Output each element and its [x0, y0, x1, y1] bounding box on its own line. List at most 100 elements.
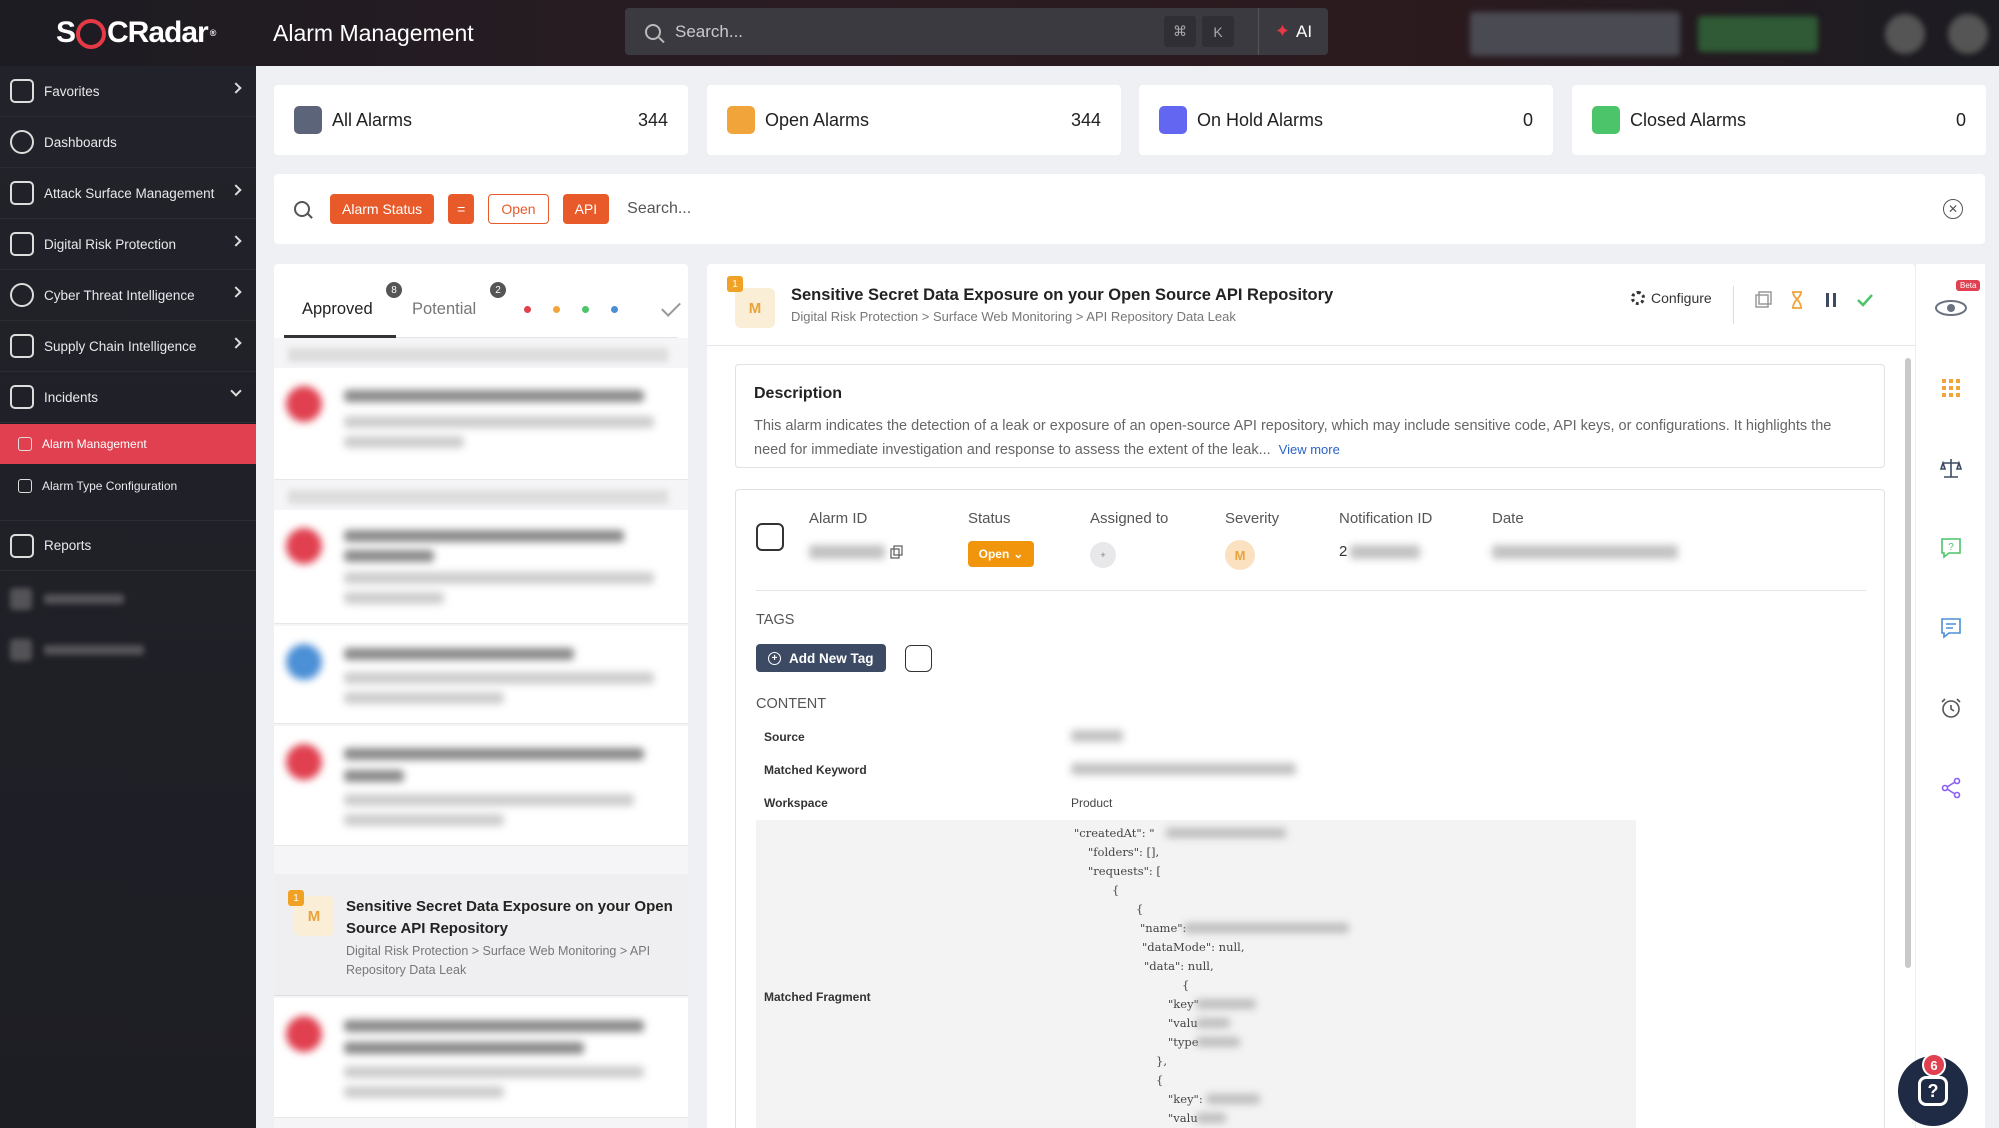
company-selector[interactable]	[1470, 12, 1680, 56]
json-line: {	[1156, 1073, 1164, 1087]
question-chat-icon[interactable]: ?	[1939, 536, 1963, 560]
sidebar-item-incidents[interactable]: Incidents	[0, 372, 256, 423]
tag-checkbox[interactable]	[905, 645, 932, 672]
list-item[interactable]	[274, 626, 688, 724]
alarm-clock-icon[interactable]	[1939, 696, 1963, 720]
list-item[interactable]	[274, 368, 688, 480]
sidebar-item-reports[interactable]: Reports	[0, 520, 256, 571]
configure-button[interactable]: Configure	[1631, 290, 1712, 306]
stat-card-open-alarms[interactable]: Open Alarms 344	[707, 85, 1121, 155]
notification-id-prefix: 2	[1339, 543, 1348, 560]
ai-assistant-eye-icon[interactable]	[1934, 294, 1968, 318]
notifications-icon[interactable]	[1885, 14, 1925, 54]
sidebar-item-label: Digital Risk Protection	[44, 236, 177, 252]
hourglass-icon[interactable]	[1787, 290, 1807, 310]
sidebar-item-label: Favorites	[44, 83, 100, 99]
right-action-rail: Beta ?	[1915, 264, 1985, 1128]
sidebar-subitem-alarm-type-config[interactable]: Alarm Type Configuration	[0, 466, 256, 506]
description-text: This alarm indicates the detection of a …	[754, 415, 1866, 462]
sidebar-item-supply-chain[interactable]: Supply Chain Intelligence	[0, 321, 256, 372]
copy-icon[interactable]	[890, 545, 904, 559]
global-search-input[interactable]: Search... ⌘ K ✦ AI	[625, 8, 1328, 55]
assign-user-icon[interactable]: +	[1090, 542, 1116, 568]
severity-badge: M	[735, 288, 775, 328]
sidebar-item-cyber-threat[interactable]: Cyber Threat Intelligence	[0, 270, 256, 321]
status-color-square	[1592, 106, 1620, 134]
json-line: "valu	[1168, 1111, 1198, 1125]
alarm-detail-header: M 1 Sensitive Secret Data Exposure on yo…	[707, 264, 1915, 346]
sidebar-subitem-alarm-management[interactable]: Alarm Management	[0, 424, 256, 464]
json-value-blurred	[1196, 1018, 1230, 1028]
settings-icon	[18, 479, 32, 493]
filter-chip-value[interactable]: Open	[488, 194, 549, 224]
list-item-selected[interactable]: M 1 Sensitive Secret Data Exposure on yo…	[274, 874, 688, 996]
alarm-tabs: Approved 8 Potential 2	[284, 264, 681, 338]
json-line: "valu	[1168, 1016, 1198, 1030]
socradar-logo[interactable]: S CRadar ®	[56, 10, 216, 56]
mark-all-read-icon[interactable]	[661, 297, 681, 317]
sidebar-item-label: Dashboards	[44, 134, 117, 150]
avatar[interactable]	[1948, 14, 1988, 54]
credits-badge[interactable]	[1698, 16, 1818, 52]
cmd-key-hint: ⌘	[1164, 16, 1196, 47]
ai-label: AI	[1296, 21, 1313, 41]
grid-icon[interactable]	[1939, 376, 1963, 400]
sidebar-item-dashboards[interactable]: Dashboards	[0, 117, 256, 168]
sidebar-item-blurred[interactable]	[8, 584, 248, 614]
beta-badge: Beta	[1956, 280, 1981, 291]
alarm-select-checkbox[interactable]	[756, 523, 784, 551]
detail-scrollbar[interactable]	[1905, 358, 1911, 968]
search-placeholder: Search...	[675, 21, 744, 41]
stat-card-on-hold-alarms[interactable]: On Hold Alarms 0	[1139, 85, 1553, 155]
chevron-right-icon	[230, 337, 242, 349]
list-item[interactable]	[274, 998, 688, 1118]
list-item[interactable]	[274, 726, 688, 846]
severity-filter-dot[interactable]	[611, 306, 618, 313]
tab-potential[interactable]: Potential	[412, 300, 476, 319]
filter-chip-operator[interactable]: =	[448, 194, 475, 224]
tab-approved[interactable]: Approved	[302, 300, 373, 319]
clear-filter-icon[interactable]: ✕	[1943, 199, 1963, 219]
json-value-blurred	[1196, 1037, 1240, 1047]
status-color-square	[1159, 106, 1187, 134]
share-icon[interactable]	[1939, 776, 1963, 800]
sidebar-item-digital-risk[interactable]: Digital Risk Protection	[0, 219, 256, 270]
list-item[interactable]	[274, 510, 688, 624]
filter-bar: Alarm Status = Open API Search... ✕	[274, 174, 1985, 244]
copy-alarm-icon[interactable]	[1753, 290, 1773, 310]
configure-label: Configure	[1651, 290, 1712, 306]
ai-button[interactable]: ✦ AI	[1258, 8, 1328, 55]
svg-text:?: ?	[1948, 542, 1954, 553]
sparkle-icon: ✦	[1274, 21, 1291, 41]
check-icon[interactable]	[1855, 290, 1875, 310]
severity-filter-dot[interactable]	[553, 306, 560, 313]
sidebar-item-attack-surface[interactable]: Attack Surface Management	[0, 168, 256, 219]
scale-icon[interactable]	[1939, 456, 1963, 480]
add-tag-button[interactable]: + Add New Tag	[756, 644, 886, 672]
sidebar-item-blurred[interactable]	[8, 635, 248, 665]
list-item-path: Digital Risk Protection > Surface Web Mo…	[346, 944, 651, 977]
chevron-right-icon	[230, 184, 242, 196]
severity-filter-dot[interactable]	[524, 306, 531, 313]
alarm-icon	[18, 437, 32, 451]
eye-icon	[10, 283, 34, 307]
alarm-id-label: Alarm ID	[809, 510, 868, 527]
chevron-down-icon	[230, 385, 242, 397]
filter-chip-keyword[interactable]: API	[562, 194, 610, 224]
view-more-link[interactable]: View more	[1279, 442, 1340, 457]
pause-icon[interactable]	[1821, 290, 1841, 310]
status-dropdown[interactable]: Open ⌄	[968, 541, 1034, 567]
dashboard-icon	[10, 130, 34, 154]
json-line: {	[1182, 978, 1190, 992]
tab-badge: 8	[386, 282, 402, 298]
filter-chip-field[interactable]: Alarm Status	[330, 194, 435, 224]
filter-search-input[interactable]: Search...	[627, 200, 691, 218]
stat-card-all-alarms[interactable]: All Alarms 344	[274, 85, 688, 155]
sidebar-item-favorites[interactable]: Favorites	[0, 66, 256, 117]
stat-card-closed-alarms[interactable]: Closed Alarms 0	[1572, 85, 1986, 155]
severity-filter-dot[interactable]	[582, 306, 589, 313]
comments-icon[interactable]	[1939, 616, 1963, 640]
report-icon	[10, 533, 34, 558]
content-keyword-label: Matched Keyword	[764, 763, 867, 777]
chevron-right-icon	[230, 286, 242, 298]
